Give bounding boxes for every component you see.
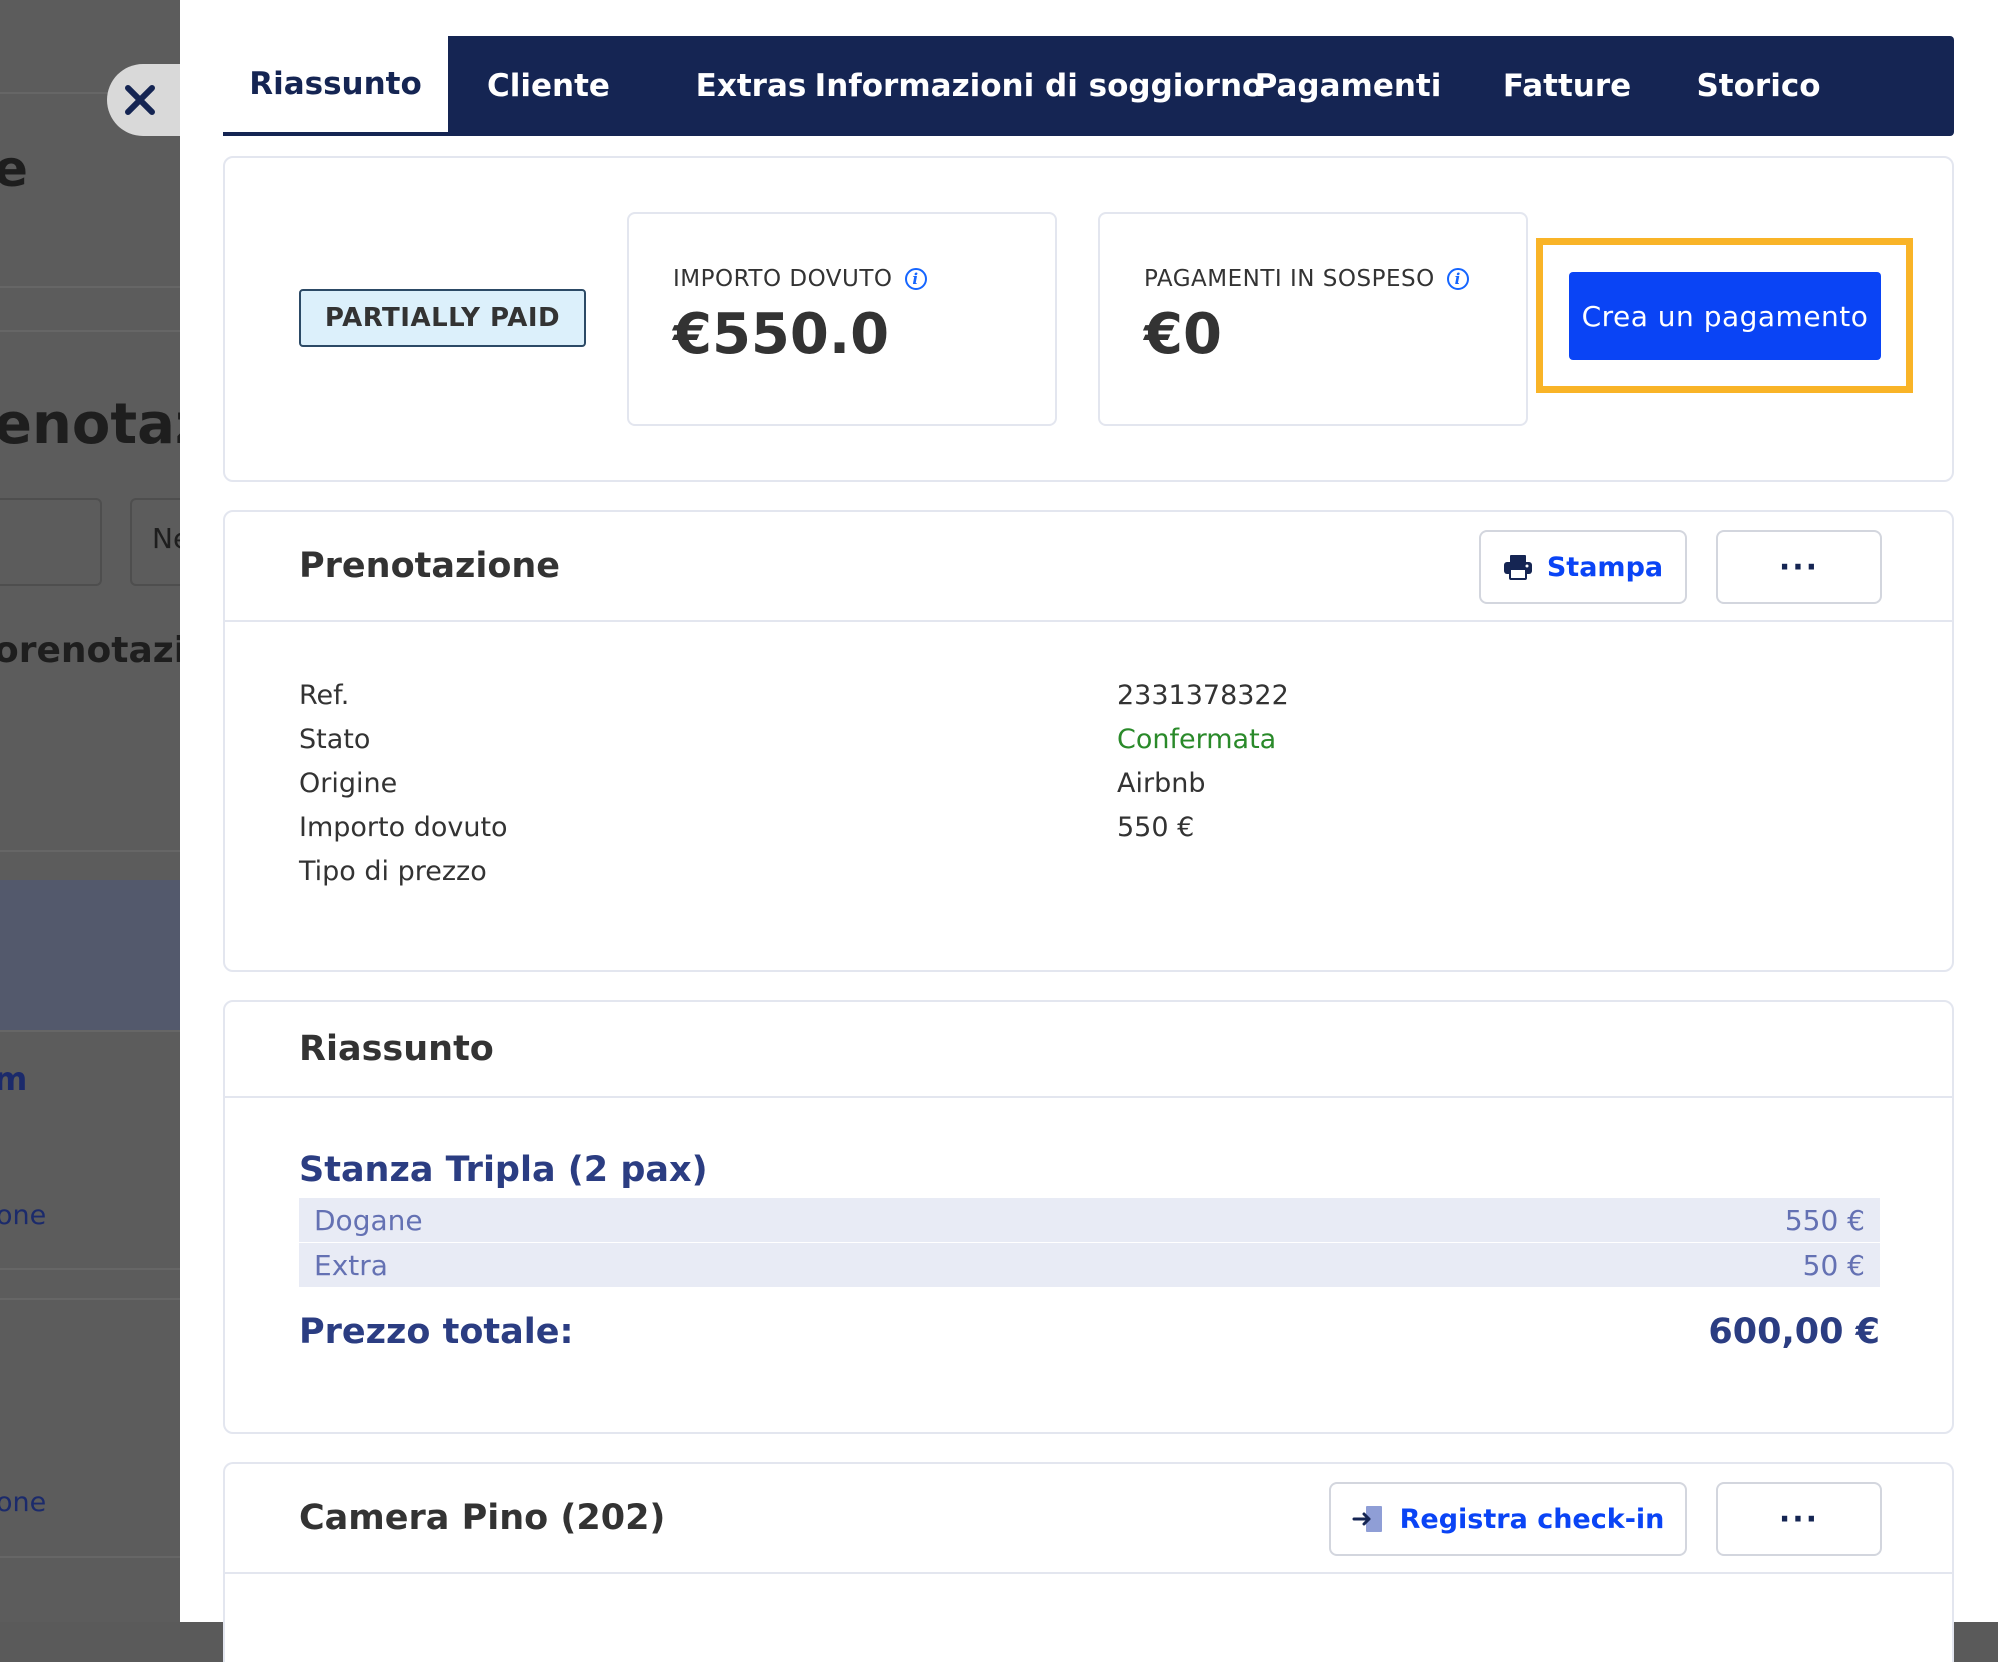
total-price-row: Prezzo totale: 600,00 € (299, 1312, 1880, 1352)
tab-riassunto[interactable]: Riassunto (223, 36, 448, 136)
divider (0, 286, 180, 288)
more-options-button[interactable]: ··· (1716, 1482, 1882, 1556)
divider (0, 850, 180, 852)
room-card-title: Camera Pino (202) (299, 1498, 666, 1538)
tab-cliente[interactable]: Cliente (448, 36, 649, 136)
booking-card-title: Prenotazione (299, 546, 561, 586)
amount-due-value: €550.0 (673, 302, 890, 367)
amount-due-header: IMPORTO DOVUTO i (673, 266, 927, 292)
print-button[interactable]: Stampa (1479, 530, 1687, 604)
price-type-label: Tipo di prezzo (299, 856, 487, 887)
tab-fatture[interactable]: Fatture (1471, 36, 1663, 136)
bg-table-header (0, 880, 180, 1030)
ref-value: 2331378322 (1117, 680, 1289, 711)
info-icon[interactable]: i (1446, 268, 1469, 290)
origin-value: Airbnb (1117, 768, 1206, 799)
divider (0, 1298, 180, 1300)
divider (0, 1556, 180, 1558)
pending-payments-header: PAGAMENTI IN SOSPESO i (1144, 266, 1469, 292)
close-icon (125, 85, 155, 115)
tab-bar: Riassunto Cliente Extras Informazioni di… (223, 36, 1954, 136)
status-value: Confermata (1117, 724, 1277, 755)
more-options-button[interactable]: ··· (1716, 530, 1882, 604)
price-line-value: 50 € (1802, 1248, 1865, 1282)
bg-link-fragment: one (0, 1200, 47, 1231)
pending-payments-label: PAGAMENTI IN SOSPESO (1144, 266, 1435, 292)
checkin-icon (1352, 1506, 1382, 1532)
bg-input: Ne (130, 498, 180, 586)
recap-card-header: Riassunto (225, 1002, 1952, 1098)
print-label: Stampa (1546, 551, 1664, 583)
bg-link-fragment: one (0, 1487, 47, 1518)
checkin-label: Registra check-in (1399, 1503, 1665, 1535)
amount-due-label: IMPORTO DOVUTO (673, 266, 893, 292)
price-line: Extra 50 € (299, 1243, 1880, 1287)
amount-due-row-label: Importo dovuto (299, 812, 508, 843)
bg-input-text: Ne (152, 522, 180, 555)
amount-due-box: IMPORTO DOVUTO i €550.0 (627, 212, 1057, 426)
booking-card-header: Prenotazione Stampa ··· (225, 512, 1952, 622)
total-price-label: Prezzo totale: (299, 1312, 574, 1352)
pending-payments-value: €0 (1144, 302, 1222, 367)
bg-subtitle-fragment: orenotazion (0, 630, 180, 671)
status-badge: PARTIALLY PAID (299, 289, 586, 347)
tab-storico[interactable]: Storico (1663, 36, 1854, 136)
total-price-value: 600,00 € (1708, 1312, 1880, 1352)
payment-summary-card: PARTIALLY PAID IMPORTO DOVUTO i €550.0 P… (223, 156, 1954, 482)
price-line-label: Extra (314, 1248, 388, 1282)
create-payment-button[interactable]: Crea un pagamento (1569, 272, 1881, 360)
divider (0, 330, 180, 332)
info-icon[interactable]: i (904, 268, 927, 290)
divider (0, 1030, 180, 1032)
room-card: Camera Pino (202) Registra check-in ··· (223, 1462, 1954, 1662)
bg-input (0, 498, 102, 586)
checkin-button[interactable]: Registra check-in (1329, 1482, 1687, 1556)
recap-card: Riassunto Stanza Tripla (2 pax) Dogane 5… (223, 1000, 1954, 1434)
tab-informazioni-soggiorno[interactable]: Informazioni di soggiorno (815, 36, 1264, 136)
recap-card-title: Riassunto (299, 1029, 494, 1069)
booking-card: Prenotazione Stampa ··· Ref. 2331378322 … (223, 510, 1954, 972)
origin-label: Origine (299, 768, 398, 799)
background-page: e enotazi Ne orenotazion m one one (0, 0, 180, 1622)
ref-label: Ref. (299, 680, 350, 711)
bg-title-fragment: enotazi (0, 392, 180, 457)
room-card-header: Camera Pino (202) Registra check-in ··· (225, 1464, 1952, 1574)
amount-due-row-value: 550 € (1117, 812, 1195, 843)
bg-cell-fragment: m (0, 1060, 28, 1098)
tab-pagamenti[interactable]: Pagamenti (1225, 36, 1471, 136)
status-label: Stato (299, 724, 371, 755)
bg-heading-fragment: e (0, 140, 28, 198)
price-line: Dogane 550 € (299, 1198, 1880, 1242)
price-line-label: Dogane (314, 1203, 423, 1237)
divider (0, 1268, 180, 1270)
pending-payments-box: PAGAMENTI IN SOSPESO i €0 (1098, 212, 1528, 426)
price-line-value: 550 € (1784, 1203, 1865, 1237)
room-type-title: Stanza Tripla (2 pax) (299, 1150, 708, 1190)
printer-icon (1503, 555, 1532, 580)
